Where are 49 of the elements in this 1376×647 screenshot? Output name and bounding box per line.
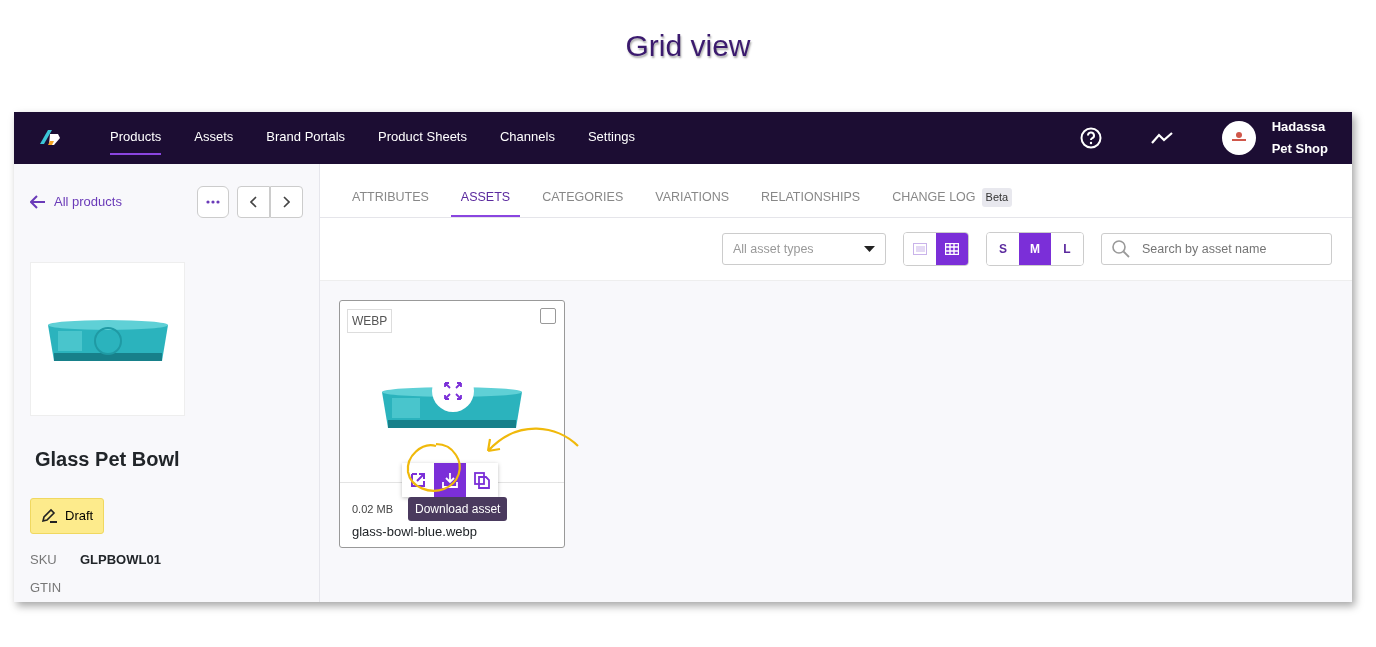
avatar[interactable] (1221, 121, 1256, 155)
copy-button[interactable] (466, 463, 498, 497)
select-checkbox[interactable] (540, 308, 556, 324)
status-button[interactable]: Draft (30, 498, 105, 534)
tab[interactable]: ATTRIBUTES (342, 180, 439, 217)
activity-icon[interactable] (1149, 131, 1174, 145)
nav-link[interactable]: Assets (194, 121, 234, 155)
logo-icon[interactable] (38, 128, 62, 148)
tab[interactable]: RELATIONSHIPS (751, 180, 871, 217)
nav-link[interactable]: Settings (587, 121, 635, 155)
nav-link[interactable]: Product Sheets (378, 121, 467, 155)
back-arrow-icon[interactable] (30, 195, 46, 209)
nav-link[interactable]: Channels (500, 121, 555, 155)
external-link-icon[interactable] (409, 471, 427, 489)
download-icon[interactable] (441, 471, 459, 489)
search-field[interactable]: Search by asset name (1101, 233, 1332, 265)
chevron-right-icon[interactable] (283, 196, 290, 208)
grid-icon[interactable] (945, 243, 959, 255)
more-icon[interactable] (206, 200, 220, 204)
previous-button[interactable] (237, 186, 270, 218)
field-value: GLPBOWL01 (80, 550, 161, 569)
page-heading: Grid view (624, 28, 752, 64)
file-name: glass-bowl-blue.webp (352, 522, 477, 541)
download-button[interactable] (434, 463, 466, 497)
tab[interactable]: CHANGE LOG Beta (882, 180, 1023, 217)
field-label: SKU (30, 550, 58, 569)
tab[interactable]: CATEGORIES (532, 180, 634, 217)
tab[interactable]: ASSETS (450, 180, 521, 217)
caret-icon (864, 246, 875, 252)
product-name: Glass Pet Bowl (34, 447, 181, 472)
size-button[interactable]: M (1019, 233, 1051, 265)
field-label: GTIN (30, 578, 63, 597)
open-external-button[interactable] (402, 463, 434, 497)
help-icon[interactable] (1079, 127, 1102, 149)
account-name: Pet Shop (1271, 140, 1328, 158)
tooltip: Download asset (408, 497, 508, 521)
format-label: WEBP (347, 309, 393, 333)
nav-link[interactable]: Brand Portals (266, 121, 346, 155)
account-name: Hadassa (1271, 118, 1327, 136)
grid-view-button[interactable] (936, 233, 968, 265)
pencil-icon[interactable] (41, 507, 59, 524)
chevron-left-icon[interactable] (250, 196, 257, 208)
back-link[interactable]: All products (30, 192, 122, 212)
copy-icon[interactable] (473, 471, 491, 489)
beta-badge: Beta (981, 188, 1013, 207)
file-size: 0.02 MB (352, 502, 393, 517)
nav-link[interactable]: Products (110, 121, 162, 155)
search-icon (1112, 240, 1130, 258)
tab[interactable]: VARIATIONS (645, 180, 740, 217)
